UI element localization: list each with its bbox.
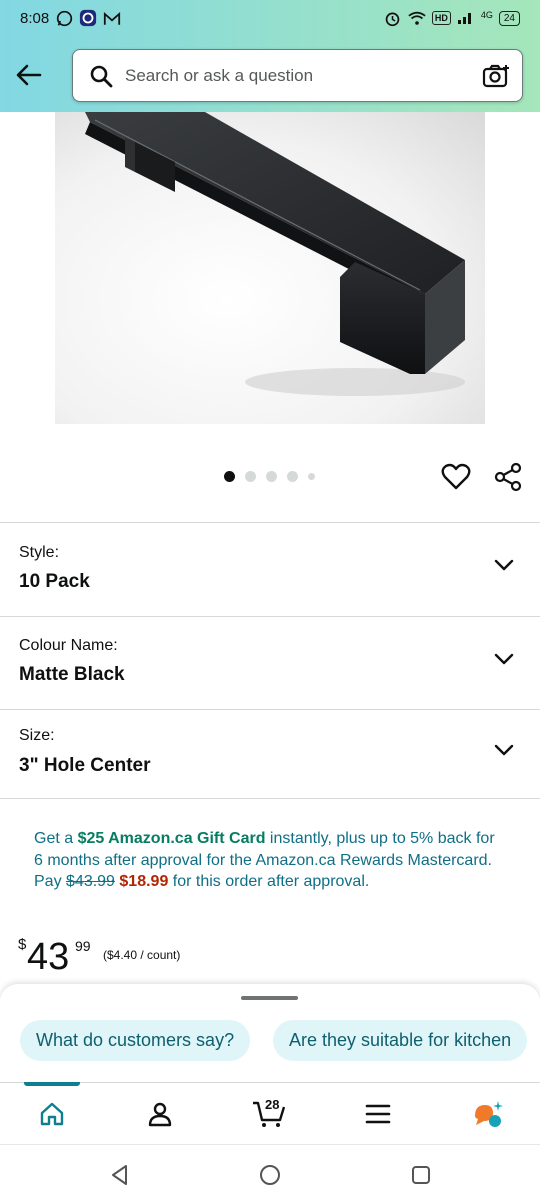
app-icon <box>79 9 97 27</box>
rufus-question-chip[interactable]: What do customers say? <box>20 1020 251 1061</box>
app-header: 8:08 HD 4G 24 Search or ask a question <box>0 0 540 112</box>
camera-search-icon[interactable] <box>482 63 510 89</box>
price-whole: 43 <box>27 936 70 978</box>
hd-badge: HD <box>431 11 451 25</box>
share-icon <box>494 462 522 492</box>
nav-rufus[interactable] <box>470 1097 504 1131</box>
promo-gift-card: $25 Amazon.ca Gift Card <box>77 830 266 847</box>
nav-cart[interactable]: 28 <box>252 1097 286 1131</box>
variation-value: 3" Hole Center <box>19 755 151 776</box>
cabinet-handle-image <box>85 112 465 396</box>
search-icon <box>90 65 113 87</box>
promo-old-price: $43.99 <box>66 873 115 890</box>
status-bar: 8:08 HD 4G 24 <box>0 0 540 36</box>
home-icon <box>40 1102 64 1126</box>
recents-square-icon[interactable] <box>408 1162 434 1188</box>
search-input[interactable]: Search or ask a question <box>125 66 482 86</box>
variation-size[interactable]: Size: 3" Hole Center <box>0 710 540 798</box>
divider <box>0 798 540 799</box>
variation-label: Size: <box>19 727 55 744</box>
product-image[interactable] <box>55 112 485 424</box>
promo-text: Pay <box>34 873 67 890</box>
rufus-suggestion-sheet: What do customers say? Are they suitable… <box>0 984 540 1084</box>
carousel-dot[interactable] <box>245 471 256 482</box>
variation-style[interactable]: Style: 10 Pack <box>0 523 540 616</box>
whatsapp-icon <box>55 9 73 27</box>
battery-icon: 24 <box>498 10 520 26</box>
carousel-dot[interactable] <box>266 471 277 482</box>
menu-icon <box>365 1104 391 1124</box>
nav-menu[interactable] <box>361 1097 395 1131</box>
system-navigation-bar <box>0 1144 540 1204</box>
image-carousel-dots[interactable] <box>224 471 315 482</box>
sheet-drag-handle[interactable] <box>241 996 298 1000</box>
price-symbol: $ <box>18 936 27 953</box>
gmail-icon <box>103 9 121 27</box>
network-type: 4G <box>480 10 493 20</box>
promo-new-price: $18.99 <box>119 873 169 890</box>
chevron-down-icon <box>494 744 514 756</box>
add-to-list-button[interactable] <box>441 462 471 492</box>
cart-count: 28 <box>265 1097 280 1112</box>
carousel-dot[interactable] <box>287 471 298 482</box>
carousel-dot[interactable] <box>224 471 235 482</box>
carousel-dot[interactable] <box>308 473 315 480</box>
promo-text: Get a <box>34 830 78 847</box>
chevron-down-icon <box>494 559 514 571</box>
share-button[interactable] <box>493 462 523 492</box>
search-bar[interactable]: Search or ask a question <box>72 49 523 102</box>
chevron-down-icon <box>494 653 514 665</box>
status-time: 8:08 <box>20 9 50 27</box>
bottom-navigation: 28 <box>0 1082 540 1144</box>
heart-icon <box>441 463 471 490</box>
account-icon <box>148 1102 172 1127</box>
signal-icon <box>457 10 475 27</box>
credit-card-promo[interactable]: Get a $25 Amazon.ca Gift Card instantly,… <box>34 828 504 893</box>
alarm-icon <box>384 9 402 27</box>
variation-value: Matte Black <box>19 664 125 685</box>
nav-account[interactable] <box>143 1097 177 1131</box>
rufus-icon <box>475 1101 503 1127</box>
promo-text: for this order after approval. <box>168 873 370 890</box>
rufus-question-chip[interactable]: Are they suitable for kitchen <box>273 1020 528 1061</box>
wifi-icon <box>408 9 426 27</box>
back-button[interactable] <box>14 60 44 90</box>
home-circle-icon[interactable] <box>257 1162 283 1188</box>
back-triangle-icon[interactable] <box>107 1162 133 1188</box>
variation-label: Colour Name: <box>19 637 118 654</box>
back-arrow-icon <box>16 64 42 86</box>
unit-price: ($4.40 / count) <box>103 948 181 962</box>
nav-home[interactable] <box>35 1097 69 1131</box>
price-fraction: 99 <box>75 938 91 954</box>
active-tab-indicator <box>24 1082 80 1086</box>
variation-label: Style: <box>19 544 60 561</box>
variation-colour[interactable]: Colour Name: Matte Black <box>0 617 540 709</box>
variation-value: 10 Pack <box>19 571 90 592</box>
